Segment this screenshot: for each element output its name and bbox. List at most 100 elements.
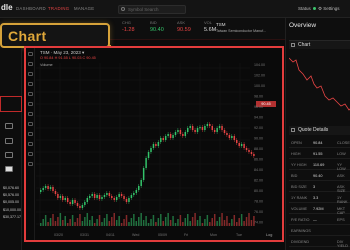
candle (125, 199, 128, 202)
nav-manage[interactable]: MANAGE (74, 6, 94, 11)
candle (108, 193, 111, 196)
panel-icon[interactable] (5, 138, 13, 144)
panel-value: $30,377.17 (3, 215, 21, 219)
candle (172, 135, 174, 138)
quote-row: P/E RATIO — EPS (289, 215, 350, 225)
symbol-search-input[interactable]: Symbol Search (118, 5, 186, 14)
volume-bar (204, 219, 206, 226)
candle (187, 128, 189, 132)
overview-chart-tab[interactable]: Chart (289, 40, 350, 49)
candle (201, 127, 204, 130)
volume-bar (52, 214, 54, 226)
quote-details-header[interactable]: Quote Details (289, 126, 350, 135)
panel-icon-active[interactable] (5, 166, 13, 172)
time-tick-label: Fri (184, 233, 188, 237)
candle (164, 136, 167, 140)
candle (84, 202, 86, 205)
price-tick-label: 88.00 (254, 147, 263, 151)
time-tick-label: Wed (132, 233, 139, 237)
candle (250, 152, 253, 154)
candle (238, 143, 240, 146)
volume-bar (174, 223, 177, 226)
volume-bar (164, 217, 167, 226)
time-tick-label: 05/09 (158, 233, 167, 237)
candle (152, 144, 155, 148)
candle (211, 126, 213, 130)
quote-row: HIGH 91.55 LOW (289, 149, 350, 159)
candle (64, 198, 66, 200)
status-indicator[interactable]: Status (298, 6, 316, 11)
settings-button[interactable]: ⚙ Settings (318, 6, 340, 12)
panel-icon[interactable] (5, 123, 13, 129)
volume-bar (123, 219, 125, 226)
candle (128, 198, 130, 202)
volume-bar (98, 215, 101, 226)
candle (76, 203, 79, 206)
candlestick-chart[interactable]: 104.00 102.00 100.00 98.00 96.00 94.00 92.00 90… (26, 48, 282, 240)
status-dot-icon (312, 7, 316, 10)
quote-row: DIVIDEND DIV YIELD (289, 237, 350, 248)
volume-bar (96, 219, 98, 226)
candle (66, 198, 69, 202)
volume-bar (150, 219, 152, 226)
candle (91, 194, 93, 196)
candle (59, 196, 62, 198)
volume-bar (145, 216, 147, 226)
candle (47, 186, 49, 189)
volume-bar (54, 221, 57, 226)
candle (231, 136, 233, 138)
candle (42, 188, 44, 190)
volume-bar (76, 218, 79, 226)
time-tick-label: Tue (236, 233, 242, 237)
ticker-symbol: TSM Taiwan Semiconductor Manuf... (216, 22, 267, 33)
candle (218, 126, 221, 128)
volume-bar (240, 214, 243, 226)
candle (169, 134, 172, 138)
panel-value: $0,076.60 (3, 186, 19, 190)
quote-row: YY HIGH 110.69 YY LOW (289, 160, 350, 171)
candle (160, 138, 162, 142)
volume-bar (155, 222, 157, 226)
candle (167, 134, 169, 136)
volume-bar (253, 216, 255, 226)
price-tick-label: 84.00 (254, 168, 263, 172)
candle (221, 126, 223, 130)
price-tick-label: 98.00 (254, 95, 263, 99)
volume-bar (113, 213, 115, 226)
candle (140, 180, 142, 186)
candle (135, 190, 138, 193)
candle (145, 158, 147, 168)
quote-row: BID 90.40 ASK (289, 171, 350, 181)
candle (189, 126, 191, 128)
volume-bar (130, 218, 133, 226)
volume-bar (101, 222, 103, 226)
chart-area[interactable]: TSM · May 23, 2023 ▾ O 90.84 H 91.55 L 9… (24, 46, 284, 242)
candle (191, 126, 194, 130)
ticker-bid: BID 90.40 (150, 20, 164, 33)
volume-bar (91, 216, 93, 226)
candle (103, 195, 106, 197)
candle (93, 194, 96, 198)
search-icon (121, 7, 125, 11)
volume-bar (106, 214, 108, 226)
volume-bar (135, 221, 138, 226)
nav-dashboard[interactable]: DASHBOARD (16, 6, 46, 11)
candle (216, 128, 218, 132)
price-tick-label: 82.00 (254, 179, 263, 183)
nav-trading[interactable]: TRADING (48, 6, 69, 11)
ticker-chg: CHG -1.28 (122, 20, 135, 33)
volume-bar (189, 221, 191, 226)
volume-bar (221, 213, 223, 226)
volume-bar (125, 215, 128, 226)
candle (228, 135, 231, 138)
price-tick-label: 92.00 (254, 126, 263, 130)
price-tick-label: 78.00 (254, 200, 263, 204)
volume-bar (196, 220, 199, 226)
volume-bar (44, 215, 47, 226)
volume-bar (138, 217, 140, 226)
quote-row: EARNINGS (289, 226, 350, 236)
candle (236, 140, 238, 143)
candle (115, 197, 118, 200)
panel-icon[interactable] (5, 152, 13, 158)
candle (123, 196, 125, 199)
